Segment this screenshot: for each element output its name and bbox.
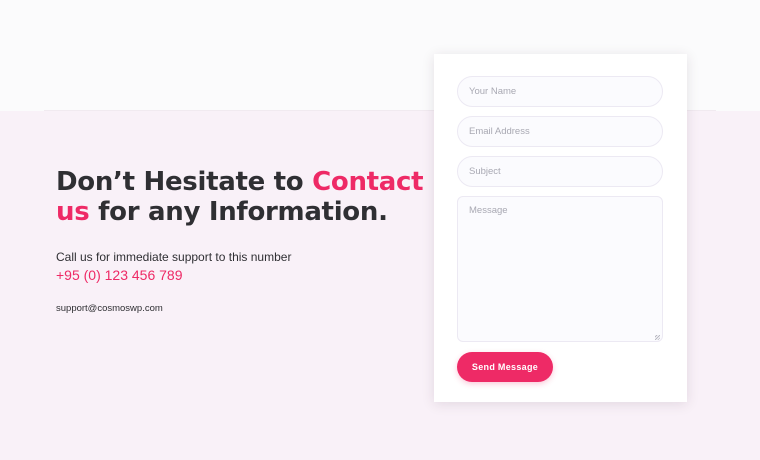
subject-input[interactable] (457, 156, 663, 187)
support-email: support@cosmoswp.com (56, 303, 163, 314)
contact-form-card: Send Message (434, 54, 687, 402)
message-textarea[interactable] (457, 196, 663, 342)
email-input[interactable] (457, 116, 663, 147)
name-input[interactable] (457, 76, 663, 107)
contact-headline: Don’t Hesitate to Contact us for any Inf… (56, 167, 428, 227)
headline-text-2: for any Information. (89, 197, 388, 227)
resize-handle-icon[interactable] (655, 335, 660, 340)
headline-text-1: Don’t Hesitate to (56, 167, 313, 197)
send-message-button[interactable]: Send Message (457, 352, 553, 382)
phone-number: +95 (0) 123 456 789 (56, 267, 183, 283)
contact-info-section: Don’t Hesitate to Contact us for any Inf… (56, 167, 428, 316)
support-text: Call us for immediate support to this nu… (56, 250, 292, 264)
